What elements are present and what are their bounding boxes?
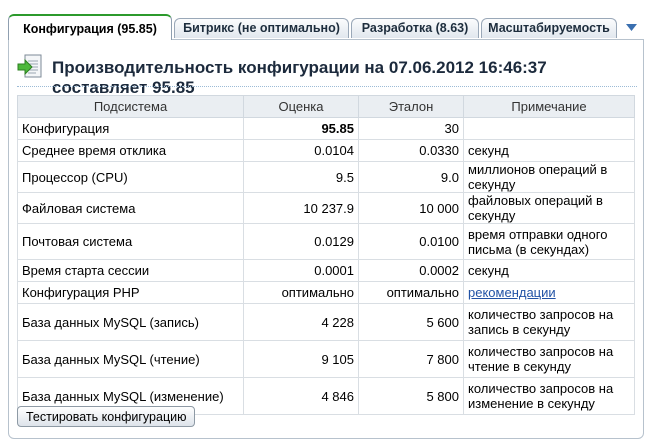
- cell-score: 9.5: [243, 161, 359, 193]
- chevron-down-icon: [625, 24, 637, 31]
- cell-note: количество запросов на изменение в секун…: [463, 377, 635, 415]
- cell-note: файловых операций в секунду: [463, 192, 635, 224]
- more-tabs-dropdown[interactable]: [623, 20, 639, 36]
- cell-subsystem: База данных MySQL (запись): [17, 303, 244, 341]
- cell-subsystem: Почтовая система: [17, 223, 244, 260]
- cell-note: количество запросов на запись в секунду: [463, 303, 635, 341]
- table-row: Процессор (CPU) 9.5 9.0 миллионов операц…: [17, 161, 635, 193]
- performance-table: Подсистема Оценка Эталон Примечание Конф…: [17, 95, 635, 415]
- cell-score: 9 105: [243, 340, 359, 378]
- cell-reference: 0.0002: [358, 259, 464, 282]
- configuration-panel: Производительность конфигурации на 07.06…: [8, 39, 644, 439]
- cell-score: 4 846: [243, 377, 359, 415]
- table-header-row: Подсистема Оценка Эталон Примечание: [17, 95, 635, 118]
- cell-score: 10 237.9: [243, 192, 359, 224]
- cell-reference: 10 000: [358, 192, 464, 224]
- table-row: База данных MySQL (чтение) 9 105 7 800 к…: [17, 340, 635, 378]
- cell-score: 0.0104: [243, 139, 359, 162]
- title-divider: [17, 86, 637, 87]
- table-row: Конфигурация PHP оптимально оптимально р…: [17, 281, 635, 304]
- cell-score: оптимально: [243, 281, 359, 304]
- column-header-reference: Эталон: [358, 95, 464, 118]
- cell-subsystem: Конфигурация: [17, 117, 244, 140]
- performance-doc-icon: [17, 54, 42, 78]
- recommendations-link[interactable]: рекомендации: [468, 285, 556, 300]
- column-header-note: Примечание: [463, 95, 635, 118]
- cell-subsystem: Процессор (CPU): [17, 161, 244, 193]
- tab-scalability[interactable]: Масштабируемость: [481, 18, 617, 38]
- cell-reference: 5 800: [358, 377, 464, 415]
- table-row: Конфигурация 95.85 30: [17, 117, 635, 140]
- test-configuration-button[interactable]: Тестировать конфигурацию: [17, 406, 196, 427]
- cell-score: 0.0129: [243, 223, 359, 260]
- column-header-subsystem: Подсистема: [17, 95, 244, 118]
- cell-note: [463, 117, 635, 140]
- column-header-score: Оценка: [243, 95, 359, 118]
- cell-subsystem: Файловая система: [17, 192, 244, 224]
- cell-note: рекомендации: [463, 281, 635, 304]
- cell-score: 0.0001: [243, 259, 359, 282]
- cell-reference: 7 800: [358, 340, 464, 378]
- cell-reference: 0.0100: [358, 223, 464, 260]
- table-row: Почтовая система 0.0129 0.0100 время отп…: [17, 223, 635, 260]
- cell-reference: 5 600: [358, 303, 464, 341]
- cell-reference: 30: [358, 117, 464, 140]
- table-row: База данных MySQL (запись) 4 228 5 600 к…: [17, 303, 635, 341]
- cell-note: миллионов операций в секунду: [463, 161, 635, 193]
- page-title: Производительность конфигурации на 07.06…: [52, 58, 547, 97]
- cell-score: 95.85: [243, 117, 359, 140]
- cell-note: время отправки одного письма (в секундах…: [463, 223, 635, 260]
- cell-subsystem: Время старта сессии: [17, 259, 244, 282]
- cell-note: секунд: [463, 259, 635, 282]
- cell-note: количество запросов на чтение в секунду: [463, 340, 635, 378]
- cell-note: секунд: [463, 139, 635, 162]
- cell-subsystem: Конфигурация PHP: [17, 281, 244, 304]
- cell-score: 4 228: [243, 303, 359, 341]
- table-row: Среднее время отклика 0.0104 0.0330 секу…: [17, 139, 635, 162]
- tab-development[interactable]: Разработка (8.63): [351, 18, 479, 38]
- table-row: Время старта сессии 0.0001 0.0002 секунд: [17, 259, 635, 282]
- cell-reference: оптимально: [358, 281, 464, 304]
- tab-bitrix[interactable]: Битрикс (не оптимально): [174, 18, 349, 38]
- tab-bar: Конфигурация (95.85) Битрикс (не оптимал…: [8, 14, 644, 40]
- cell-subsystem: База данных MySQL (чтение): [17, 340, 244, 378]
- cell-reference: 9.0: [358, 161, 464, 193]
- cell-subsystem: Среднее время отклика: [17, 139, 244, 162]
- tab-configuration[interactable]: Конфигурация (95.85): [8, 14, 172, 40]
- cell-reference: 0.0330: [358, 139, 464, 162]
- table-row: Файловая система 10 237.9 10 000 файловы…: [17, 192, 635, 224]
